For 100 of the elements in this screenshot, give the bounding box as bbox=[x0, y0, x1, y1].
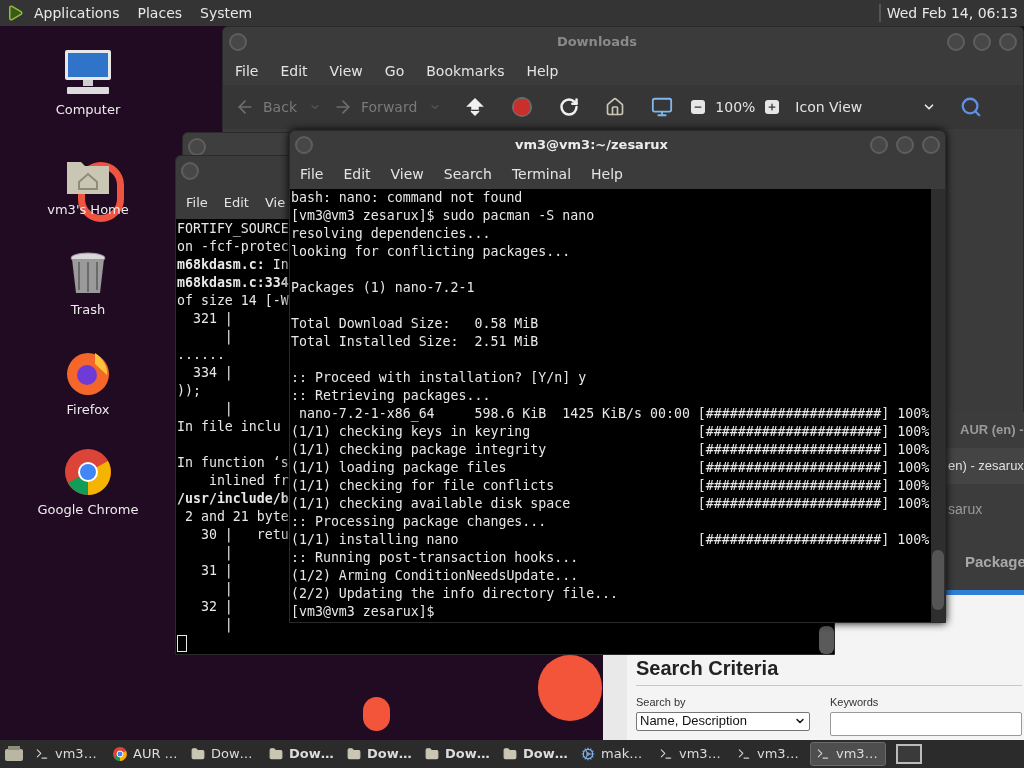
terminal-line: In function ‘s bbox=[177, 455, 289, 470]
progress-text: [######################] 100% bbox=[697, 441, 930, 459]
taskbar-item[interactable]: Dow… bbox=[342, 742, 418, 766]
stop-icon[interactable] bbox=[511, 96, 534, 118]
field-label: Search by bbox=[636, 695, 687, 710]
desktop-icon-label[interactable]: Google Chrome bbox=[37, 500, 139, 520]
workspace-switcher[interactable] bbox=[896, 744, 922, 764]
terminal-line: Total Download Size: 0.58 MiB bbox=[291, 316, 539, 331]
terminal-line: (2/2) Updating the info directory file... bbox=[291, 586, 619, 601]
progress-text: [######################] 100% bbox=[697, 405, 930, 423]
panel-menu[interactable]: Applications bbox=[34, 2, 120, 24]
search-icon[interactable] bbox=[960, 96, 983, 118]
close-button[interactable] bbox=[999, 33, 1017, 51]
scrollbar-thumb[interactable] bbox=[819, 626, 834, 654]
close-button[interactable] bbox=[922, 136, 940, 154]
tricolor-circle-icon bbox=[64, 448, 112, 496]
menu-item[interactable]: View bbox=[329, 60, 363, 82]
taskbar-item[interactable]: vm3… bbox=[30, 742, 106, 766]
menu-item[interactable]: Edit bbox=[343, 163, 371, 185]
home-icon[interactable] bbox=[605, 97, 626, 117]
desktop-icon-label[interactable]: Firefox bbox=[66, 400, 110, 420]
taskbar-item[interactable]: Dow… bbox=[498, 742, 574, 766]
terminal-line: [vm3@vm3 zesarux]$ bbox=[291, 604, 435, 619]
menu-item[interactable]: File bbox=[300, 163, 324, 185]
terminal-line: 321 | bbox=[191, 311, 233, 326]
window-menu-button[interactable] bbox=[188, 138, 206, 156]
menu-item[interactable]: Terminal bbox=[511, 163, 572, 185]
terminal-icon bbox=[659, 747, 673, 761]
menu-item[interactable]: Vie bbox=[264, 192, 286, 213]
menu-item[interactable]: Bookmarks bbox=[426, 60, 505, 82]
clock[interactable]: Wed Feb 14, 06:13 bbox=[886, 2, 1018, 24]
keywords-field[interactable] bbox=[830, 711, 1022, 736]
taskbar-item[interactable]: vm3… bbox=[654, 742, 730, 766]
folder-icon bbox=[503, 747, 517, 761]
maximize-button[interactable] bbox=[896, 136, 914, 154]
desktop-icon-label[interactable]: Computer bbox=[55, 100, 121, 120]
zoom-level: 100% bbox=[715, 97, 756, 117]
menu-item[interactable]: Help bbox=[526, 60, 559, 82]
terminal-icon bbox=[737, 747, 751, 761]
panel-menu[interactable]: System bbox=[200, 2, 253, 24]
gear-icon bbox=[581, 747, 595, 761]
zoom-in-button[interactable] bbox=[765, 100, 780, 114]
terminal-line: :: Proceed with installation? [Y/n] y bbox=[291, 370, 587, 385]
terminal-line: 334 | bbox=[191, 365, 233, 380]
progress-text: [######################] 100% bbox=[697, 531, 930, 549]
terminal-line: resolving dependencies... bbox=[291, 226, 491, 241]
menu-item[interactable]: Search bbox=[443, 163, 492, 185]
terminal-line: inlined fr bbox=[207, 473, 289, 488]
terminal-line: 31 | bbox=[199, 563, 233, 578]
terminal-line: bash: nano: command not found bbox=[291, 190, 523, 205]
maximize-button[interactable] bbox=[973, 33, 991, 51]
window-menu-button[interactable] bbox=[181, 162, 199, 180]
minimize-button[interactable] bbox=[947, 33, 965, 51]
progress-text: [######################] 100% bbox=[697, 495, 930, 513]
taskbar-item[interactable]: AUR … bbox=[108, 742, 184, 766]
window-title: Downloads bbox=[555, 33, 639, 52]
browser-tab[interactable]: AUR (en) - bbox=[960, 420, 1024, 440]
terminal-line: /usr/include/b bbox=[177, 491, 289, 506]
terminal-line: Packages (1) nano-7.2-1 bbox=[291, 280, 475, 295]
taskbar-item[interactable]: Dow… bbox=[186, 742, 262, 766]
panel-menu[interactable]: Places bbox=[137, 2, 183, 24]
menu-item[interactable]: View bbox=[390, 163, 424, 185]
terminal-line: FORTIFY_SOURCE bbox=[177, 221, 289, 236]
taskbar-item[interactable]: mak… bbox=[576, 742, 652, 766]
terminal-line: 2 and 21 byte bbox=[183, 509, 289, 524]
reload-icon[interactable] bbox=[559, 97, 580, 117]
taskbar-item[interactable]: vm3… bbox=[732, 742, 808, 766]
zoom-out-button[interactable] bbox=[691, 100, 706, 114]
minimize-button[interactable] bbox=[870, 136, 888, 154]
menu-item[interactable]: Help bbox=[591, 163, 623, 185]
desktop-icon-label[interactable]: Trash bbox=[70, 300, 106, 320]
plus-icon bbox=[767, 102, 778, 112]
view-mode-dropdown[interactable]: Icon View bbox=[795, 96, 937, 118]
menu-item[interactable]: File bbox=[235, 60, 259, 82]
terminal-line: | bbox=[223, 545, 233, 560]
field-label: Keywords bbox=[830, 695, 880, 710]
show-desktop-icon[interactable] bbox=[4, 745, 24, 763]
folder-icon bbox=[191, 747, 205, 761]
terminal-line: (1/1) loading package files bbox=[291, 460, 507, 475]
window-menu-button[interactable] bbox=[295, 136, 313, 154]
terminal-line: )); bbox=[177, 383, 201, 398]
computer-icon[interactable] bbox=[651, 96, 674, 118]
scrollbar-thumb[interactable] bbox=[932, 550, 944, 610]
terminal-line: In file inclu bbox=[177, 419, 281, 434]
terminal-line: :: Retrieving packages... bbox=[291, 388, 491, 403]
window-menu-button[interactable] bbox=[229, 33, 247, 51]
up-arrow-icon[interactable] bbox=[465, 97, 486, 117]
terminal-line: :: Processing package changes... bbox=[291, 514, 547, 529]
search-by-select[interactable]: Name, Description bbox=[636, 711, 810, 731]
terminal-line: (1/1) installing nano bbox=[291, 532, 459, 547]
menu-item[interactable]: Go bbox=[384, 60, 405, 82]
taskbar-item[interactable]: Dow… bbox=[264, 742, 340, 766]
terminal-line: | bbox=[223, 617, 233, 632]
menu-item[interactable]: Edit bbox=[280, 60, 308, 82]
terminal-line: on -fcf-protec bbox=[177, 239, 289, 254]
terminal-line: looking for conflicting packages... bbox=[291, 244, 571, 259]
menu-item[interactable]: Edit bbox=[223, 192, 249, 213]
taskbar-item[interactable]: vm3… bbox=[810, 742, 886, 766]
menu-item[interactable]: File bbox=[186, 192, 208, 213]
taskbar-item[interactable]: Dow… bbox=[420, 742, 496, 766]
